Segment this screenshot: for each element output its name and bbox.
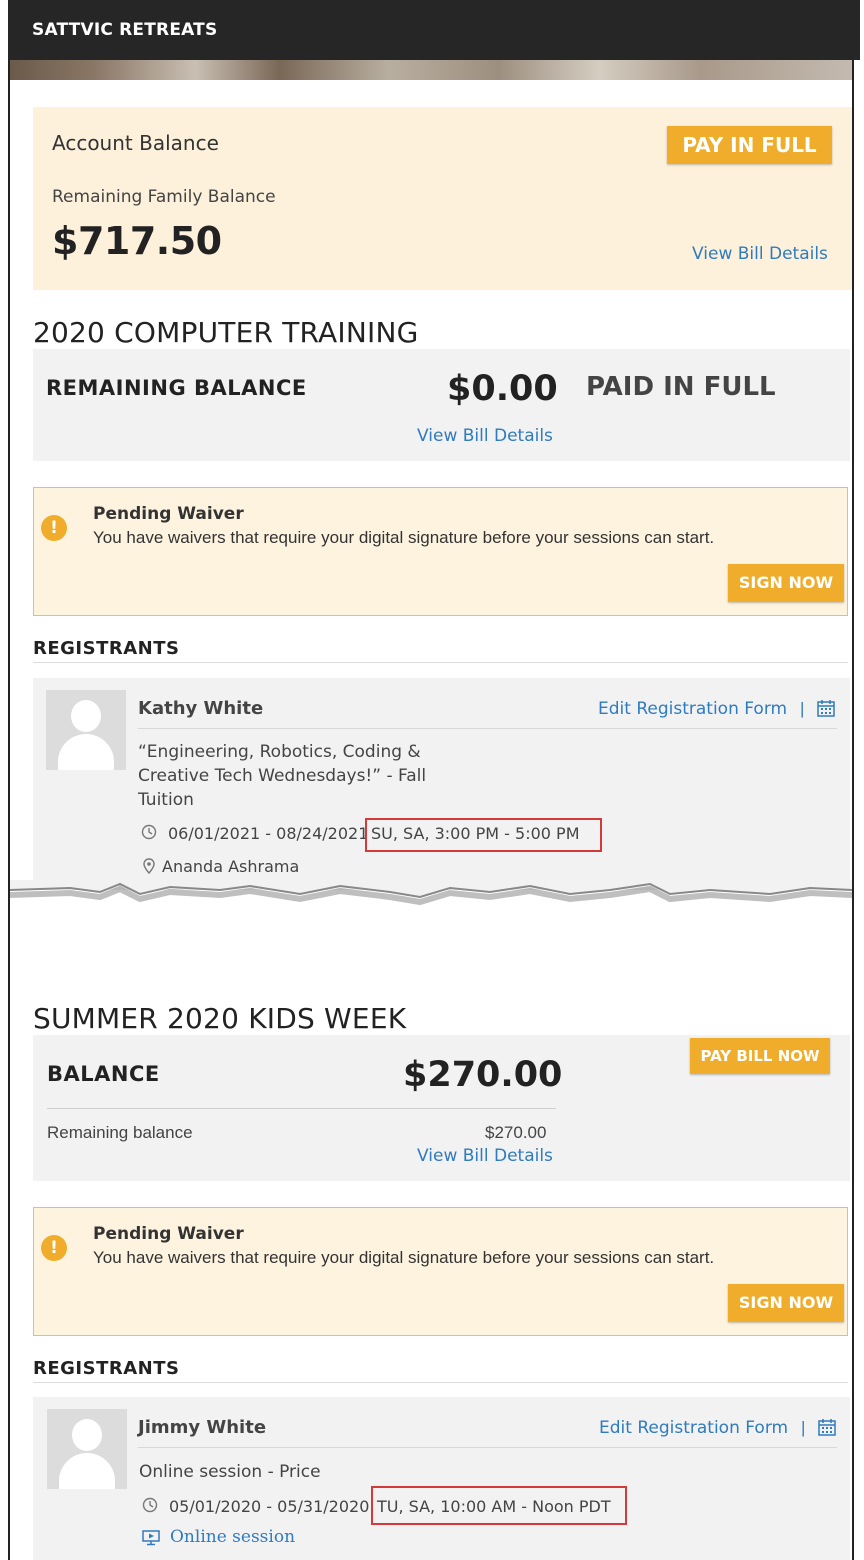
page-frame-right <box>852 60 854 1560</box>
family-balance-amount: $717.50 <box>52 219 222 263</box>
calendar-icon[interactable] <box>818 1419 836 1441</box>
page-frame-left <box>8 0 10 1560</box>
sign-now-button[interactable]: SIGN NOW <box>728 1284 844 1322</box>
pending-waiver-text: You have waivers that require your digit… <box>93 1248 715 1267</box>
account-balance-card: Account Balance Remaining Family Balance… <box>33 107 852 290</box>
registrant-divider <box>138 728 837 729</box>
pending-waiver-title: Pending Waiver <box>93 1224 244 1244</box>
registrant-card-jimmy: Jimmy White Edit Registration Form | Onl… <box>33 1397 850 1560</box>
section-title-summer-kids-week: SUMMER 2020 KIDS WEEK <box>33 1002 407 1035</box>
edit-registration-form-link[interactable]: Edit Registration Form <box>599 1418 788 1438</box>
paid-in-full-status: PAID IN FULL <box>586 372 776 402</box>
pending-waiver-alert: ! Pending Waiver You have waivers that r… <box>33 1207 848 1336</box>
pay-in-full-button[interactable]: PAY IN FULL <box>667 126 832 164</box>
remaining-balance-amount: $270.00 <box>485 1123 547 1142</box>
pending-waiver-alert: ! Pending Waiver You have waivers that r… <box>33 487 848 616</box>
session-location: Ananda Ashrama <box>162 857 300 876</box>
registrants-heading: REGISTRANTS <box>33 638 180 659</box>
online-session-link[interactable]: Online session <box>170 1527 295 1547</box>
app-header: SATTVIC RETREATS <box>8 0 860 60</box>
highlight-box-schedule <box>371 1486 627 1525</box>
session-dates: 06/01/2021 - 08/24/2021 <box>168 824 369 843</box>
pending-waiver-text: You have waivers that require your digit… <box>93 528 715 547</box>
computer-training-balance-card: REMAINING BALANCE $0.00 PAID IN FULL Vie… <box>33 349 850 461</box>
calendar-icon[interactable] <box>817 700 835 722</box>
program-title: Online session - Price <box>139 1462 321 1482</box>
exclamation-circle-icon: ! <box>41 1235 67 1261</box>
session-dates: 05/01/2020 - 05/31/2020 <box>169 1497 370 1516</box>
balance-divider <box>47 1108 556 1109</box>
sign-now-button[interactable]: SIGN NOW <box>728 564 844 602</box>
highlight-box-schedule <box>365 818 602 852</box>
registrants-divider <box>33 1382 848 1383</box>
computer-training-balance-amount: $0.00 <box>447 369 558 409</box>
computer-training-view-bill-details-link[interactable]: View Bill Details <box>417 426 553 446</box>
separator: | <box>800 699 805 718</box>
torn-page-separator <box>10 880 852 906</box>
header-banner-image <box>10 60 852 80</box>
app-title: SATTVIC RETREATS <box>32 20 218 40</box>
monitor-icon <box>142 1530 160 1550</box>
edit-registration-form-link[interactable]: Edit Registration Form <box>598 699 787 719</box>
pay-bill-now-button[interactable]: PAY BILL NOW <box>690 1038 830 1074</box>
clock-icon <box>142 1497 158 1517</box>
remaining-balance-label: REMAINING BALANCE <box>46 376 307 400</box>
remaining-balance-label: Remaining balance <box>47 1123 193 1142</box>
registrant-name: Kathy White <box>138 698 264 719</box>
account-balance-title: Account Balance <box>52 131 219 155</box>
summer-kids-week-view-bill-details-link[interactable]: View Bill Details <box>417 1146 553 1166</box>
avatar <box>47 1409 127 1489</box>
summer-kids-week-balance-card: BALANCE $270.00 PAY BILL NOW Remaining b… <box>33 1035 850 1181</box>
registrants-divider <box>33 662 848 663</box>
separator: | <box>801 1418 806 1437</box>
registrants-heading: REGISTRANTS <box>33 1358 180 1379</box>
registrant-card-kathy: Kathy White Edit Registration Form | “En… <box>33 678 850 890</box>
pending-waiver-title: Pending Waiver <box>93 504 244 524</box>
registrant-name: Jimmy White <box>138 1417 267 1438</box>
avatar <box>46 690 126 770</box>
program-title-line1: “Engineering, Robotics, Coding & <box>138 742 421 762</box>
clock-icon <box>141 824 157 844</box>
program-title-line3: Tuition <box>138 790 194 810</box>
exclamation-circle-icon: ! <box>41 515 67 541</box>
summer-kids-week-balance-amount: $270.00 <box>403 1055 563 1095</box>
remaining-family-balance-label: Remaining Family Balance <box>52 187 276 207</box>
registrant-divider <box>138 1447 837 1448</box>
program-title-line2: Creative Tech Wednesdays!” - Fall <box>138 766 427 786</box>
balance-label: BALANCE <box>47 1062 160 1086</box>
account-view-bill-details-link[interactable]: View Bill Details <box>692 244 828 264</box>
map-pin-icon <box>143 858 155 878</box>
section-title-computer-training: 2020 COMPUTER TRAINING <box>33 316 419 349</box>
